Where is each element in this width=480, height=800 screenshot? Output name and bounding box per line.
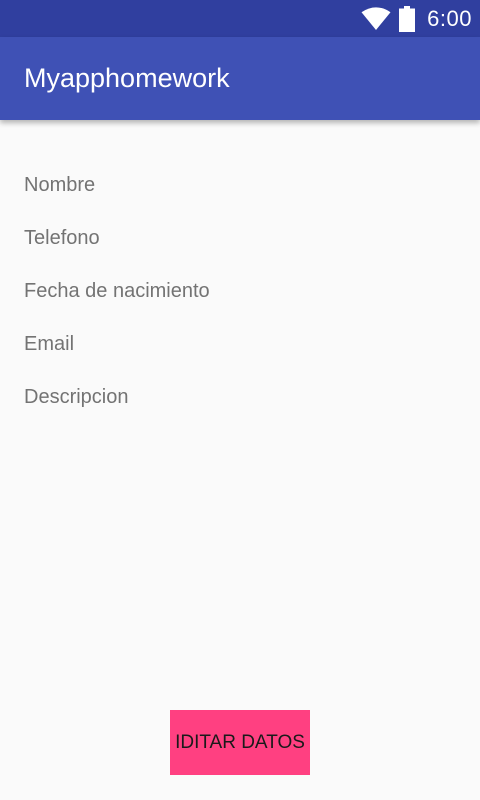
- field-email: Email: [24, 333, 75, 355]
- field-descripcion: Descripcion: [24, 386, 129, 408]
- field-nombre: Nombre: [24, 174, 96, 196]
- field-fecha-nacimiento: Fecha de nacimiento: [24, 280, 210, 302]
- battery-icon: [399, 5, 416, 32]
- wifi-icon: [361, 6, 391, 31]
- app-title: Myapphomework: [24, 63, 230, 93]
- form-fields: Nombre Telefono Fecha de nacimiento Emai…: [24, 168, 210, 433]
- status-bar: 6:00: [0, 0, 480, 37]
- field-telefono: Telefono: [24, 227, 100, 249]
- edit-data-button[interactable]: IDITAR DATOS: [170, 710, 310, 775]
- status-icons: 6:00: [361, 0, 472, 37]
- status-time: 6:00: [427, 5, 472, 31]
- app-bar: Myapphomework: [0, 37, 480, 120]
- screen: 6:00 Myapphomework Nombre Telefono Fecha…: [0, 0, 480, 800]
